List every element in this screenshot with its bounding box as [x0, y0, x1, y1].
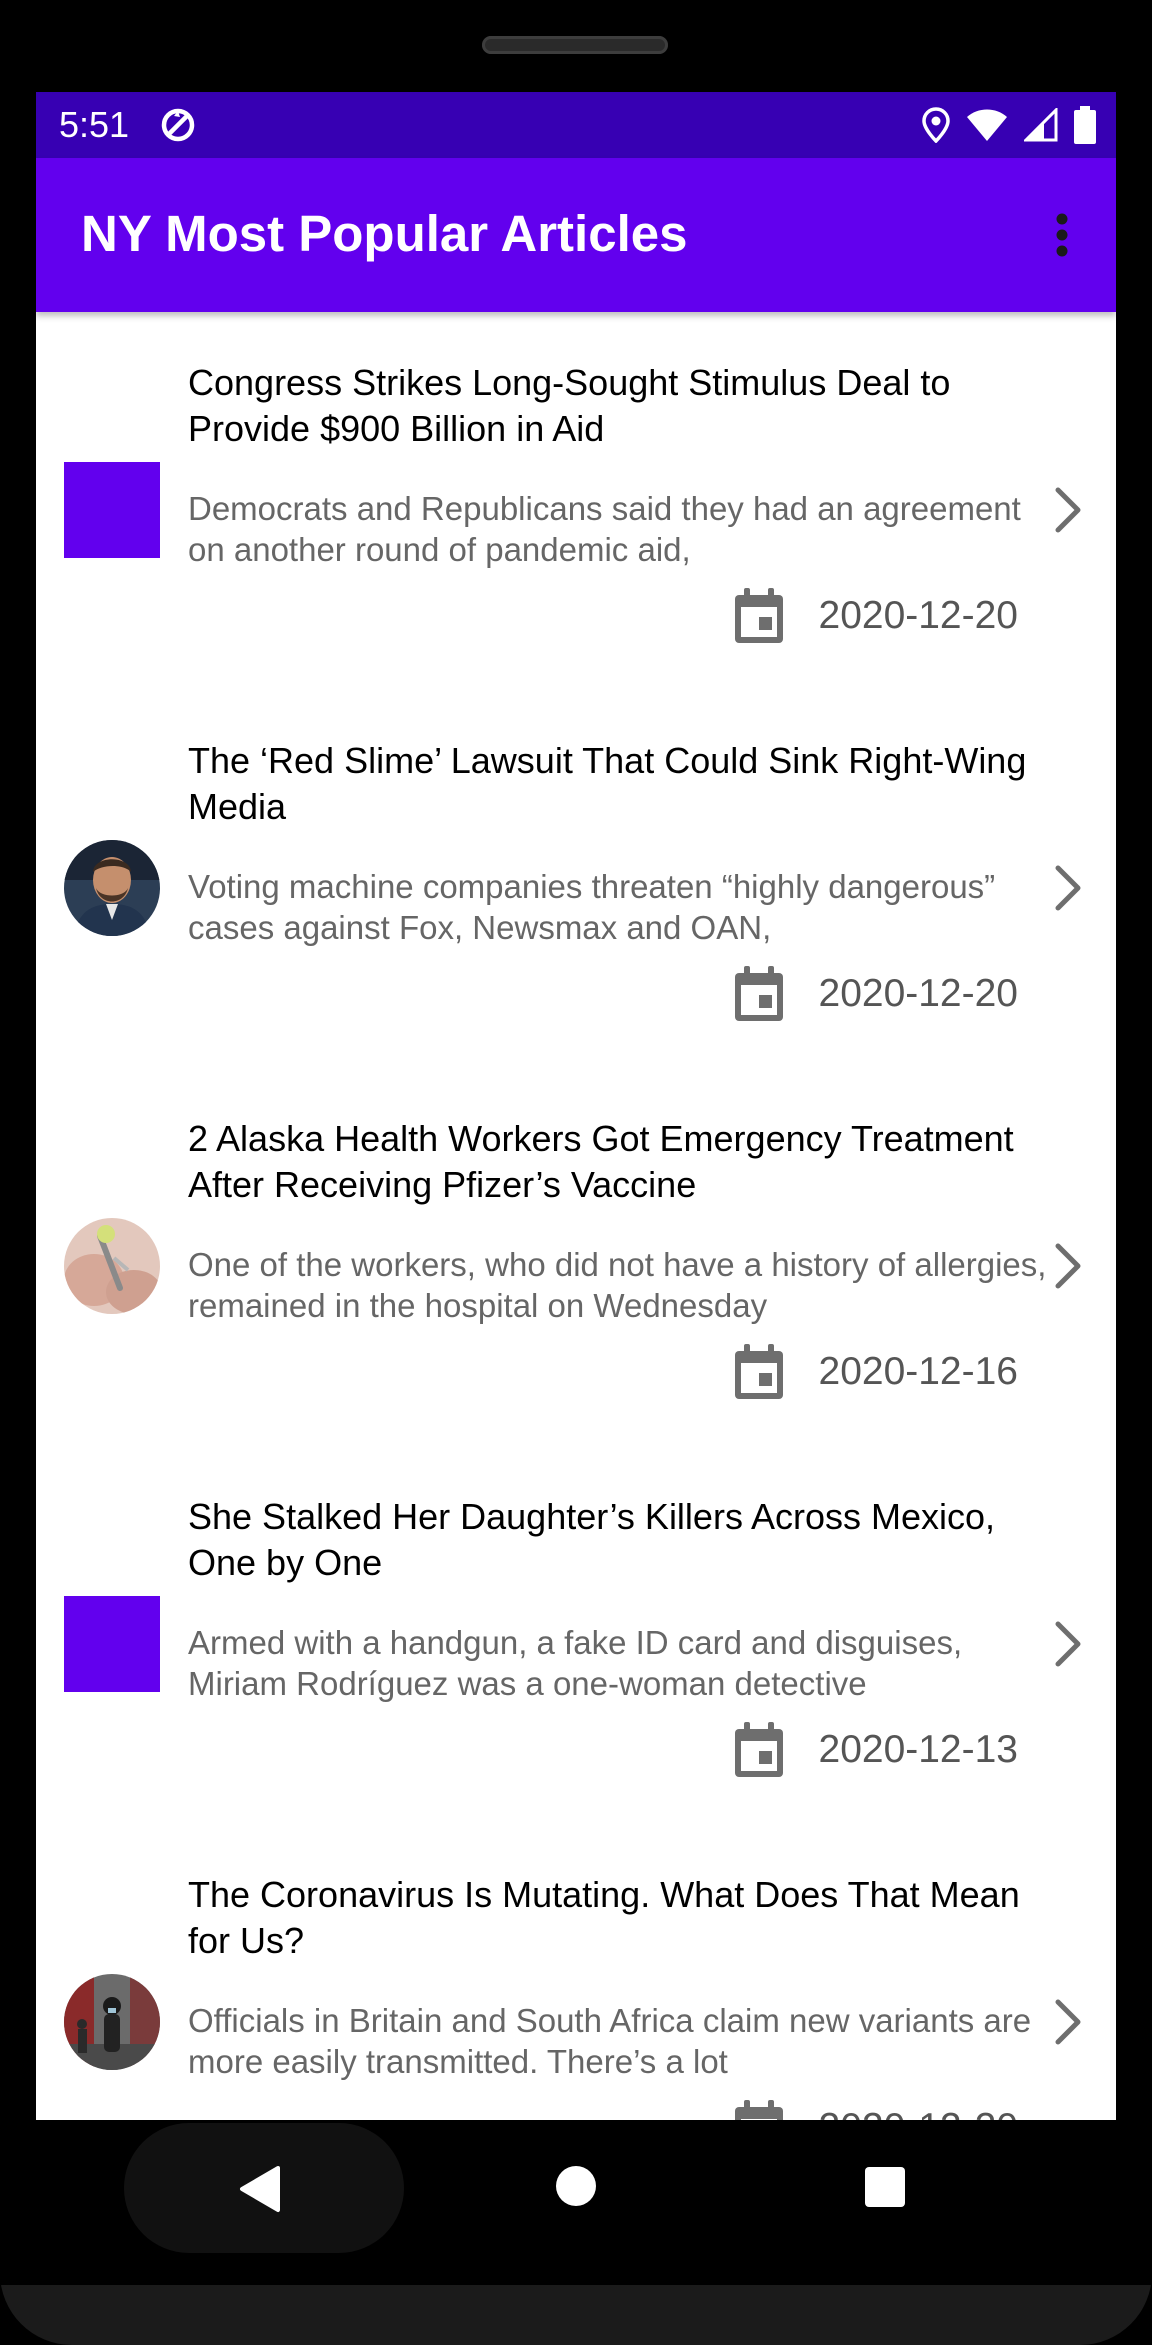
back-icon[interactable]	[238, 2164, 282, 2214]
article-date: 2020-12-16	[818, 1350, 1019, 1393]
calendar-icon	[734, 2100, 783, 2120]
chevron-right-icon[interactable]	[1048, 1992, 1088, 2052]
article-title: She Stalked Her Daughter’s Killers Acros…	[188, 1496, 996, 1583]
sync-status-icon	[160, 107, 196, 143]
list-item[interactable]: She Stalked Her Daughter’s Killers Acros…	[36, 1446, 1116, 1824]
calendar-icon	[734, 1344, 783, 1399]
chevron-right-icon[interactable]	[1048, 480, 1088, 540]
screen: 5:51 NY Most Popular Articles Congress S…	[36, 92, 1116, 2120]
article-list[interactable]: Congress Strikes Long-Sought Stimulus De…	[36, 312, 1116, 2120]
date-row: 2020-12-16	[733, 1342, 1019, 1402]
article-title: The Coronavirus Is Mutating. What Does T…	[188, 1874, 1020, 1961]
calendar-icon	[734, 1722, 783, 1777]
list-item[interactable]: The ‘Red Slime’ Lawsuit That Could Sink …	[36, 690, 1116, 1068]
recents-icon[interactable]	[864, 2166, 906, 2208]
signal-icon	[1024, 108, 1058, 142]
calendar-icon	[734, 588, 783, 643]
article-abstract: One of the workers, who did not have a h…	[188, 1246, 1047, 1324]
status-icons	[922, 105, 1096, 145]
article-date: 2020-12-20	[818, 594, 1019, 637]
date-row: 2020-12-20	[733, 2098, 1019, 2120]
list-item[interactable]: 2 Alaska Health Workers Got Emergency Tr…	[36, 1068, 1116, 1446]
article-thumbnail	[64, 1974, 160, 2070]
app-bar: NY Most Popular Articles	[36, 158, 1116, 312]
chevron-right-icon[interactable]	[1048, 858, 1088, 918]
home-icon[interactable]	[554, 2164, 598, 2208]
article-title: Congress Strikes Long-Sought Stimulus De…	[188, 362, 951, 449]
wifi-icon	[966, 108, 1008, 142]
list-item[interactable]: Congress Strikes Long-Sought Stimulus De…	[36, 312, 1116, 690]
chevron-right-icon[interactable]	[1048, 1236, 1088, 1296]
article-abstract: Democrats and Republicans said they had …	[188, 490, 1021, 568]
article-title: 2 Alaska Health Workers Got Emergency Tr…	[188, 1118, 1014, 1205]
article-thumbnail	[64, 462, 160, 558]
navigation-bar	[0, 2120, 1152, 2285]
device-frame: 5:51 NY Most Popular Articles Congress S…	[0, 0, 1152, 2345]
article-abstract: Officials in Britain and South Africa cl…	[188, 2002, 1032, 2080]
location-icon	[922, 107, 950, 143]
article-date: 2020-12-13	[818, 1728, 1019, 1771]
app-title: NY Most Popular Articles	[81, 205, 688, 262]
more-vert-icon[interactable]	[1032, 205, 1092, 265]
article-thumbnail	[64, 840, 160, 936]
article-title: The ‘Red Slime’ Lawsuit That Could Sink …	[188, 740, 1027, 827]
article-date: 2020-12-20	[818, 972, 1019, 1015]
chevron-right-icon[interactable]	[1048, 1614, 1088, 1674]
device-bezel-bottom	[0, 2285, 1152, 2345]
article-abstract: Armed with a handgun, a fake ID card and…	[188, 1624, 963, 1702]
earpiece-speaker	[482, 36, 668, 54]
date-row: 2020-12-20	[733, 586, 1019, 646]
battery-icon	[1074, 106, 1096, 144]
date-row: 2020-12-20	[733, 964, 1019, 1024]
calendar-icon	[734, 966, 783, 1021]
status-bar: 5:51	[36, 92, 1116, 158]
status-time: 5:51	[59, 104, 130, 145]
list-item[interactable]: The Coronavirus Is Mutating. What Does T…	[36, 1824, 1116, 2120]
date-row: 2020-12-13	[733, 1720, 1019, 1780]
article-date: 2020-12-20	[819, 2098, 1019, 2120]
article-thumbnail	[64, 1596, 160, 1692]
article-abstract: Voting machine companies threaten “highl…	[188, 868, 996, 946]
article-thumbnail	[64, 1218, 160, 1314]
